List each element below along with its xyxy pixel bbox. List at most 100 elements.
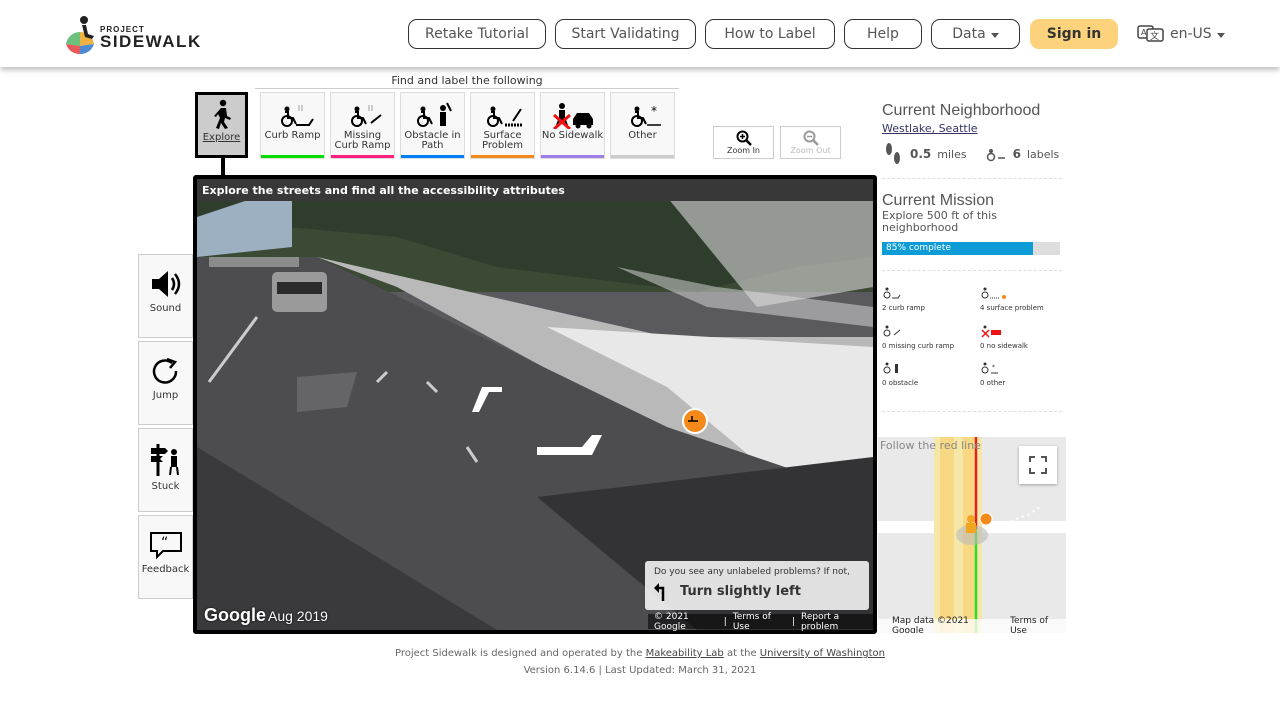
obstacle-small-icon bbox=[883, 362, 898, 374]
missing-curb-ramp-label: Missing Curb Ramp bbox=[334, 130, 391, 151]
fullscreen-button[interactable] bbox=[1019, 446, 1057, 484]
turn-instruction: Turn slightly left bbox=[654, 581, 860, 601]
neighborhood-stats: 0.5 miles 6 labels bbox=[882, 141, 1066, 167]
zoom-in-icon bbox=[736, 130, 752, 146]
missing-curb-ramp-count: 0 missing curb ramp bbox=[882, 324, 954, 350]
explore-mode-button[interactable]: Explore bbox=[195, 92, 248, 178]
data-label: Data bbox=[952, 26, 986, 42]
sign-in-button[interactable]: Sign in bbox=[1030, 19, 1118, 49]
svg-text:“: “ bbox=[161, 535, 168, 551]
no-sidewalk-count: 0 no sidewalk bbox=[980, 324, 1028, 350]
turn-instruction-label: Turn slightly left bbox=[680, 583, 801, 599]
curb-ramp-icon bbox=[280, 105, 314, 127]
zoom-out-icon bbox=[803, 130, 819, 146]
surface-problem-color-bar bbox=[471, 155, 534, 158]
sound-label: Sound bbox=[149, 303, 182, 314]
minimap[interactable]: Follow the red line Map data ©2021 Googl… bbox=[878, 437, 1066, 633]
no-sidewalk-small-icon bbox=[981, 325, 1001, 338]
how-to-label-button[interactable]: How to Label bbox=[705, 19, 835, 49]
chevron-down-icon bbox=[1216, 32, 1225, 38]
surface-problem-small-icon bbox=[981, 287, 1006, 299]
unlabeled-hint-box: Do you see any unlabeled problems? If no… bbox=[645, 561, 869, 610]
project-sidewalk-logo[interactable]: PROJECT SIDEWALK bbox=[62, 14, 212, 54]
start-validating-label: Start Validating bbox=[571, 26, 680, 42]
status-message: Explore the streets and find all the acc… bbox=[197, 179, 873, 201]
no-sidewalk-label: No Sidewalk bbox=[541, 130, 604, 141]
turn-left-arrow-icon bbox=[654, 583, 665, 601]
stuck-button[interactable]: Stuck bbox=[138, 428, 193, 512]
neighborhood-title: Current Neighborhood bbox=[882, 102, 1041, 119]
curb-ramp-count: 2 curb ramp bbox=[882, 286, 925, 312]
curb-ramp-tool[interactable]: Curb Ramp bbox=[260, 92, 325, 159]
help-label: Help bbox=[867, 26, 899, 42]
surface-problem-icon bbox=[486, 106, 523, 127]
makeability-lab-link[interactable]: Makeability Lab bbox=[646, 648, 724, 659]
miles-unit: miles bbox=[937, 147, 967, 161]
other-tool[interactable]: * Other bbox=[610, 92, 675, 159]
other-label: Other bbox=[628, 130, 657, 141]
missing-curb-ramp-color-bar bbox=[331, 155, 394, 158]
footer-credit: Project Sidewalk is designed and operate… bbox=[0, 648, 1280, 659]
map-data-text: Map data ©2021 Google bbox=[892, 616, 969, 633]
map-terms-link[interactable]: Terms of Use bbox=[1010, 616, 1066, 633]
neighborhood-panel: Current Neighborhood Westlake, Seattle 0… bbox=[882, 102, 1066, 167]
feedback-label: Feedback bbox=[141, 564, 190, 575]
walking-person-icon bbox=[213, 99, 231, 129]
obstacle-label: Obstacle in Path bbox=[404, 130, 461, 151]
translate-icon: 文 A bbox=[1137, 25, 1164, 42]
how-to-label-label: How to Label bbox=[724, 26, 816, 42]
curb-ramp-label: Curb Ramp bbox=[264, 130, 321, 141]
report-problem-link[interactable]: Report a problem bbox=[801, 612, 873, 632]
mission-panel: Current Mission Explore 500 ft of this n… bbox=[882, 192, 1066, 234]
other-color-bar bbox=[611, 155, 674, 158]
neighborhood-link[interactable]: Westlake, Seattle bbox=[882, 122, 1066, 135]
language-dropdown[interactable]: 文 A en-US bbox=[1137, 22, 1225, 46]
logo-sidewalk-text: SIDEWALK bbox=[100, 32, 202, 51]
uw-link[interactable]: University of Washington bbox=[760, 648, 885, 659]
surface-problem-tool[interactable]: Surface Problem bbox=[470, 92, 535, 159]
obstacle-count: 0 obstacle bbox=[882, 361, 918, 387]
curb-ramp-small-icon bbox=[883, 287, 901, 299]
feedback-button[interactable]: “ Feedback bbox=[138, 515, 193, 599]
obstacle-count-text: 0 obstacle bbox=[882, 379, 919, 387]
footer-version: Version 6.14.6 | Last Updated: March 31,… bbox=[523, 665, 757, 676]
footsteps-icon bbox=[886, 143, 900, 164]
panorama-footer: © 2021 Google | Terms of Use | Report a … bbox=[648, 611, 873, 632]
start-validating-button[interactable]: Start Validating bbox=[555, 19, 696, 49]
stuck-label: Stuck bbox=[151, 481, 180, 492]
jump-button[interactable]: Jump bbox=[138, 341, 193, 425]
refresh-icon bbox=[152, 357, 177, 384]
svg-text:*: * bbox=[651, 104, 657, 118]
labels-unit: labels bbox=[1026, 147, 1060, 161]
retake-tutorial-button[interactable]: Retake Tutorial bbox=[408, 19, 546, 49]
missing-curb-ramp-tool[interactable]: Missing Curb Ramp bbox=[330, 92, 395, 159]
chevron-down-icon bbox=[990, 32, 999, 38]
sound-button[interactable]: Sound bbox=[138, 254, 193, 338]
footer-text: at the bbox=[726, 648, 757, 659]
footer-text: Project Sidewalk is designed and operate… bbox=[394, 648, 643, 659]
data-dropdown-button[interactable]: Data bbox=[931, 19, 1020, 49]
copyright-text: © 2021 Google bbox=[654, 611, 689, 632]
stuck-signpost-icon bbox=[150, 444, 179, 476]
missing-curb-ramp-icon bbox=[350, 105, 382, 127]
mission-progress-bar: 85% complete bbox=[882, 242, 1060, 255]
other-small-icon: * bbox=[981, 362, 998, 374]
surface-problem-count: 4 surface problem bbox=[980, 286, 1044, 312]
speaker-icon bbox=[151, 271, 180, 297]
zoom-in-button[interactable]: Zoom In bbox=[713, 126, 774, 159]
language-label: en-US bbox=[1170, 26, 1212, 42]
missing-curb-ramp-small-icon bbox=[883, 325, 901, 337]
terms-of-use-link[interactable]: Terms of Use bbox=[733, 612, 786, 632]
svg-text:A: A bbox=[1141, 28, 1147, 37]
fullscreen-icon bbox=[1029, 456, 1047, 474]
help-button[interactable]: Help bbox=[844, 19, 922, 49]
no-sidewalk-icon bbox=[552, 103, 593, 129]
obstacle-tool[interactable]: Obstacle in Path bbox=[400, 92, 465, 159]
retake-tutorial-label: Retake Tutorial bbox=[425, 26, 529, 42]
zoom-out-button[interactable]: Zoom Out bbox=[780, 126, 841, 159]
svg-text:*: * bbox=[992, 364, 995, 371]
miles-value: 0.5 bbox=[910, 147, 932, 161]
no-sidewalk-color-bar bbox=[541, 155, 604, 158]
no-sidewalk-tool[interactable]: No Sidewalk bbox=[540, 92, 605, 159]
image-date: Aug 2019 bbox=[268, 608, 328, 624]
